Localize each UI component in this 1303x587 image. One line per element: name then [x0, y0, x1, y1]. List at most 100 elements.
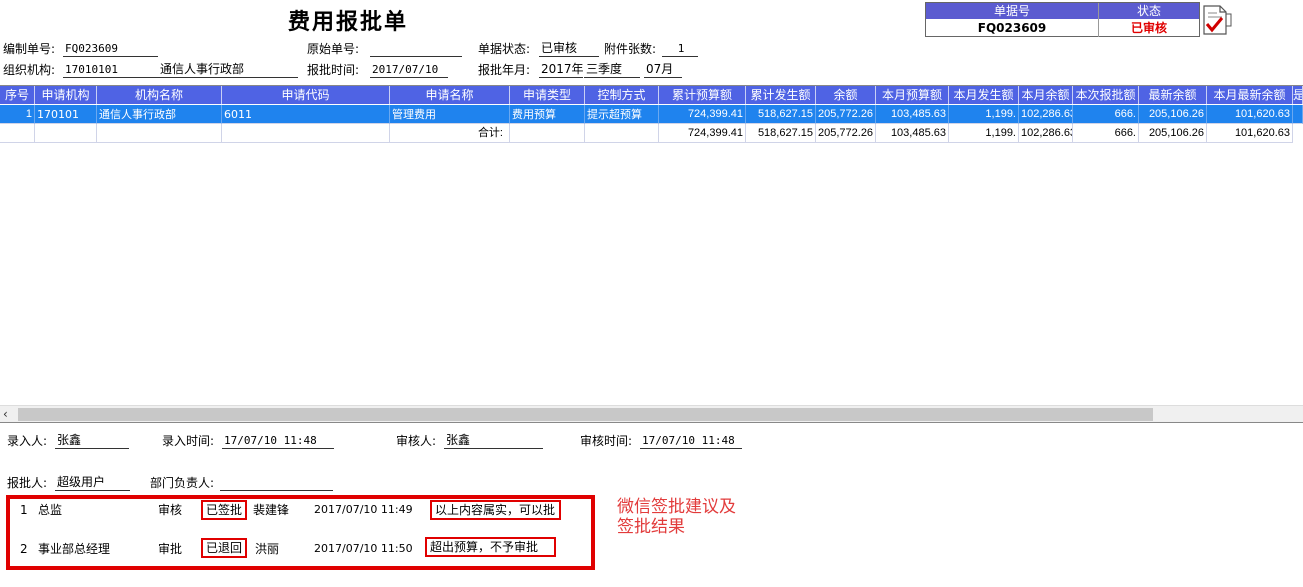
total-cell-empty [222, 124, 390, 143]
org-code-field[interactable]: 17010101 [63, 62, 158, 78]
col-header-balance[interactable]: 余额 [816, 86, 876, 104]
total-month-balance: 102,286.63 [1019, 124, 1073, 143]
cell-month-balance[interactable]: 102,286.63 [1019, 105, 1073, 124]
approval-person: 洪丽 [255, 542, 280, 556]
annotation-line-1: 微信签批建议及 [617, 497, 736, 517]
approval-comment: 以上内容属实，可以批 [430, 500, 561, 520]
entry-user-field[interactable]: 张鑫 [55, 433, 129, 449]
approval-no: 2 [20, 542, 28, 556]
total-this-report: 666. [1073, 124, 1139, 143]
total-cell-empty [585, 124, 659, 143]
approval-role: 事业部总经理 [38, 542, 111, 556]
total-cell-empty [510, 124, 585, 143]
grid-header: 序号 申请机构 机构名称 申请代码 申请名称 申请类型 控制方式 累计预算额 累… [0, 86, 1303, 104]
report-year-field[interactable]: 2017年 [539, 62, 584, 78]
approval-time: 2017/07/10 11:49 [314, 503, 413, 516]
report-period-label: 报批年月: [478, 63, 531, 77]
approval-result-badge: 已退回 [201, 538, 248, 558]
col-header-seq[interactable]: 序号 [0, 86, 35, 104]
cell-org-code-text[interactable]: 170101 [37, 108, 79, 121]
cell-apply-code[interactable]: 6011 [222, 105, 390, 124]
entry-time-label: 录入时间: [162, 434, 215, 448]
total-month-actual: 1,199. [949, 124, 1019, 143]
approval-action: 审批 [158, 542, 183, 556]
total-cell-empty [97, 124, 222, 143]
cell-apply-name[interactable]: 管理费用 [390, 105, 510, 124]
cell-apply-type[interactable]: 费用预算 [510, 105, 585, 124]
auditor-field[interactable]: 张鑫 [444, 433, 543, 449]
table-row[interactable]: 1 170101 通信人事行政部 6011 管理费用 费用预算 提示超预算 72… [0, 105, 1303, 124]
total-latest-balance: 205,106.26 [1139, 124, 1207, 143]
reporter-field[interactable]: 超级用户 [55, 475, 130, 491]
cell-org-name[interactable]: 通信人事行政部 [97, 105, 222, 124]
col-header-apply-type[interactable]: 申请类型 [510, 86, 585, 104]
col-header-month-balance[interactable]: 本月余额 [1019, 86, 1073, 104]
report-time-label: 报批时间: [307, 63, 360, 77]
col-header-month-actual[interactable]: 本月发生额 [949, 86, 1019, 104]
expense-grid[interactable]: 序号 申请机构 机构名称 申请代码 申请名称 申请类型 控制方式 累计预算额 累… [0, 85, 1303, 423]
doc-state-label: 单据状态: [478, 42, 531, 56]
doc-status-box: 单据号 状态 FQ023609 已审核 [925, 2, 1200, 37]
approval-time: 2017/07/10 11:50 [314, 542, 413, 555]
entry-time-field[interactable]: 17/07/10 11:48 [222, 433, 334, 449]
org-name-field[interactable]: 通信人事行政部 [158, 62, 298, 78]
report-quarter-field[interactable]: 三季度 [584, 62, 640, 78]
attachment-count-label: 附件张数: [604, 42, 657, 56]
col-header-month-latest-balance[interactable]: 本月最新余额 [1207, 86, 1293, 104]
horizontal-scrollbar[interactable]: ‹ [0, 405, 1303, 422]
bianzhi-no-label: 编制单号: [3, 42, 56, 56]
cell-cum-actual[interactable]: 518,627.15 [746, 105, 816, 124]
report-time-field[interactable]: 2017/07/10 [370, 62, 448, 78]
col-header-apply-code[interactable]: 申请代码 [222, 86, 390, 104]
total-cum-budget: 724,399.41 [659, 124, 746, 143]
cell-extra[interactable] [1293, 105, 1303, 124]
col-header-apply-name[interactable]: 申请名称 [390, 86, 510, 104]
approval-no: 1 [20, 503, 28, 517]
cell-org-code[interactable]: 170101 [35, 105, 97, 124]
col-header-cum-budget[interactable]: 累计预算额 [659, 86, 746, 104]
original-no-field[interactable] [370, 41, 462, 57]
col-header-control-mode[interactable]: 控制方式 [585, 86, 659, 104]
col-header-extra[interactable]: 是 [1293, 86, 1303, 104]
page-title: 费用报批单 [288, 10, 409, 35]
cell-month-budget[interactable]: 103,485.63 [876, 105, 949, 124]
original-no-label: 原始单号: [307, 42, 360, 56]
scrollbar-thumb[interactable] [18, 408, 1153, 421]
col-header-this-report[interactable]: 本次报批额 [1073, 86, 1139, 104]
dept-head-field[interactable] [220, 475, 333, 491]
totals-row: 合计: 724,399.41 518,627.15 205,772.26 103… [0, 124, 1303, 143]
total-cum-actual: 518,627.15 [746, 124, 816, 143]
approval-action: 审核 [158, 503, 183, 517]
col-header-org-name[interactable]: 机构名称 [97, 86, 222, 104]
approval-result-badge: 已签批 [201, 500, 248, 520]
total-month-latest-balance: 101,620.63 [1207, 124, 1293, 143]
scroll-left-arrow-icon[interactable]: ‹ [3, 406, 8, 423]
total-label: 合计: [390, 124, 510, 143]
cell-cum-budget[interactable]: 724,399.41 [659, 105, 746, 124]
approval-person: 裴建锋 [253, 503, 290, 517]
entry-user-label: 录入人: [7, 434, 48, 448]
col-header-latest-balance[interactable]: 最新余额 [1139, 86, 1207, 104]
col-header-org-code[interactable]: 申请机构 [35, 86, 97, 104]
cell-month-actual[interactable]: 1,199. [949, 105, 1019, 124]
col-header-month-budget[interactable]: 本月预算额 [876, 86, 949, 104]
cell-month-latest-balance[interactable]: 101,620.63 [1207, 105, 1293, 124]
doc-state-field[interactable]: 已审核 [539, 41, 599, 57]
cell-this-report[interactable]: 666. [1073, 105, 1139, 124]
doc-status-value: 已审核 [1130, 21, 1167, 35]
bianzhi-no-field[interactable]: FQ023609 [63, 41, 158, 57]
cell-control-mode[interactable]: 提示超预算 [585, 105, 659, 124]
total-month-budget: 103,485.63 [876, 124, 949, 143]
cell-latest-balance[interactable]: 205,106.26 [1139, 105, 1207, 124]
auditor-label: 审核人: [396, 434, 437, 448]
reporter-label: 报批人: [7, 476, 48, 490]
col-header-cum-actual[interactable]: 累计发生额 [746, 86, 816, 104]
report-month-field[interactable]: 07月 [644, 62, 682, 78]
approval-role: 总监 [38, 503, 63, 517]
cell-balance[interactable]: 205,772.26 [816, 105, 876, 124]
attachment-count-field[interactable]: 1 [662, 41, 698, 57]
audit-time-field[interactable]: 17/07/10 11:48 [640, 433, 742, 449]
total-cell-empty [0, 124, 35, 143]
cell-seq[interactable]: 1 [0, 105, 35, 124]
approved-document-icon[interactable] [1202, 4, 1232, 36]
